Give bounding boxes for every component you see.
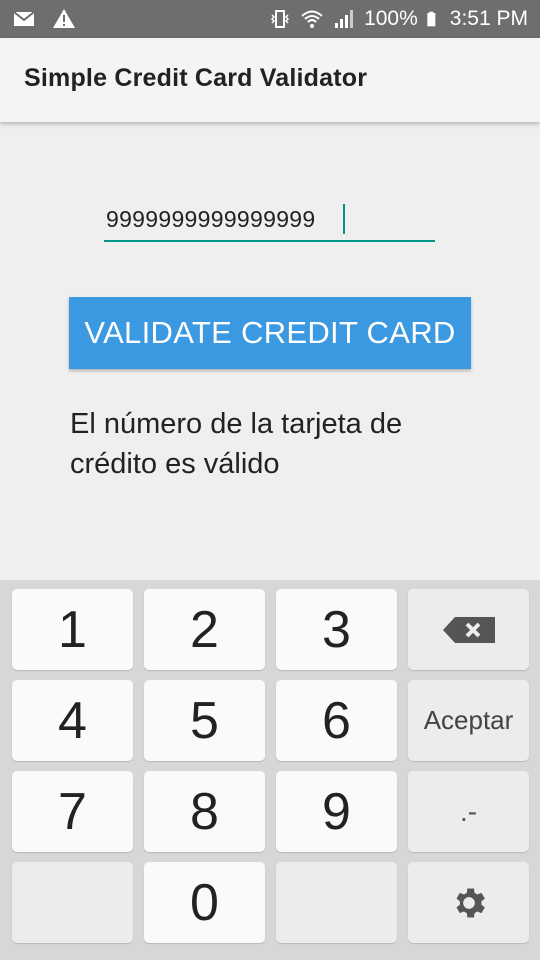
key-1[interactable]: 1 — [12, 589, 133, 670]
vibrate-icon — [271, 10, 290, 28]
blank-key-right[interactable] — [276, 862, 397, 943]
key-4[interactable]: 4 — [12, 680, 133, 761]
card-number-input[interactable] — [104, 200, 435, 238]
numeric-keypad: 1 2 3 4 5 6 Aceptar 7 8 9 .- 0 — [0, 580, 540, 960]
key-2[interactable]: 2 — [144, 589, 265, 670]
app-title: Simple Credit Card Validator — [24, 64, 368, 92]
backspace-key[interactable] — [408, 589, 529, 670]
wifi-icon — [301, 10, 323, 28]
app-bar: Simple Credit Card Validator — [0, 38, 540, 122]
key-5[interactable]: 5 — [144, 680, 265, 761]
settings-key[interactable] — [408, 862, 529, 943]
backspace-icon — [442, 616, 495, 643]
status-left-icons — [12, 7, 76, 31]
key-7[interactable]: 7 — [12, 771, 133, 852]
input-underline — [104, 240, 435, 242]
punctuation-key[interactable]: .- — [408, 771, 529, 852]
key-3[interactable]: 3 — [276, 589, 397, 670]
battery-percent: 100% — [364, 7, 418, 30]
aceptar-key[interactable]: Aceptar — [408, 680, 529, 761]
text-caret — [343, 204, 345, 234]
signal-icon — [335, 10, 354, 28]
gear-icon — [456, 888, 485, 917]
clock: 3:51 PM — [449, 7, 528, 30]
validate-credit-card-button[interactable]: VALIDATE CREDIT CARD — [69, 297, 471, 369]
warning-icon — [53, 9, 75, 28]
validation-result-text: El número de la tarjeta de crédito es vá… — [70, 408, 403, 480]
battery-icon — [427, 11, 436, 27]
card-number-field[interactable] — [104, 200, 435, 242]
key-0[interactable]: 0 — [144, 862, 265, 943]
mail-icon — [13, 11, 35, 26]
key-8[interactable]: 8 — [144, 771, 265, 852]
blank-key-left[interactable] — [12, 862, 133, 943]
status-bar: 100% 3:51 PM — [0, 0, 540, 38]
key-6[interactable]: 6 — [276, 680, 397, 761]
key-9[interactable]: 9 — [276, 771, 397, 852]
status-right: 100% 3:51 PM — [268, 5, 528, 33]
